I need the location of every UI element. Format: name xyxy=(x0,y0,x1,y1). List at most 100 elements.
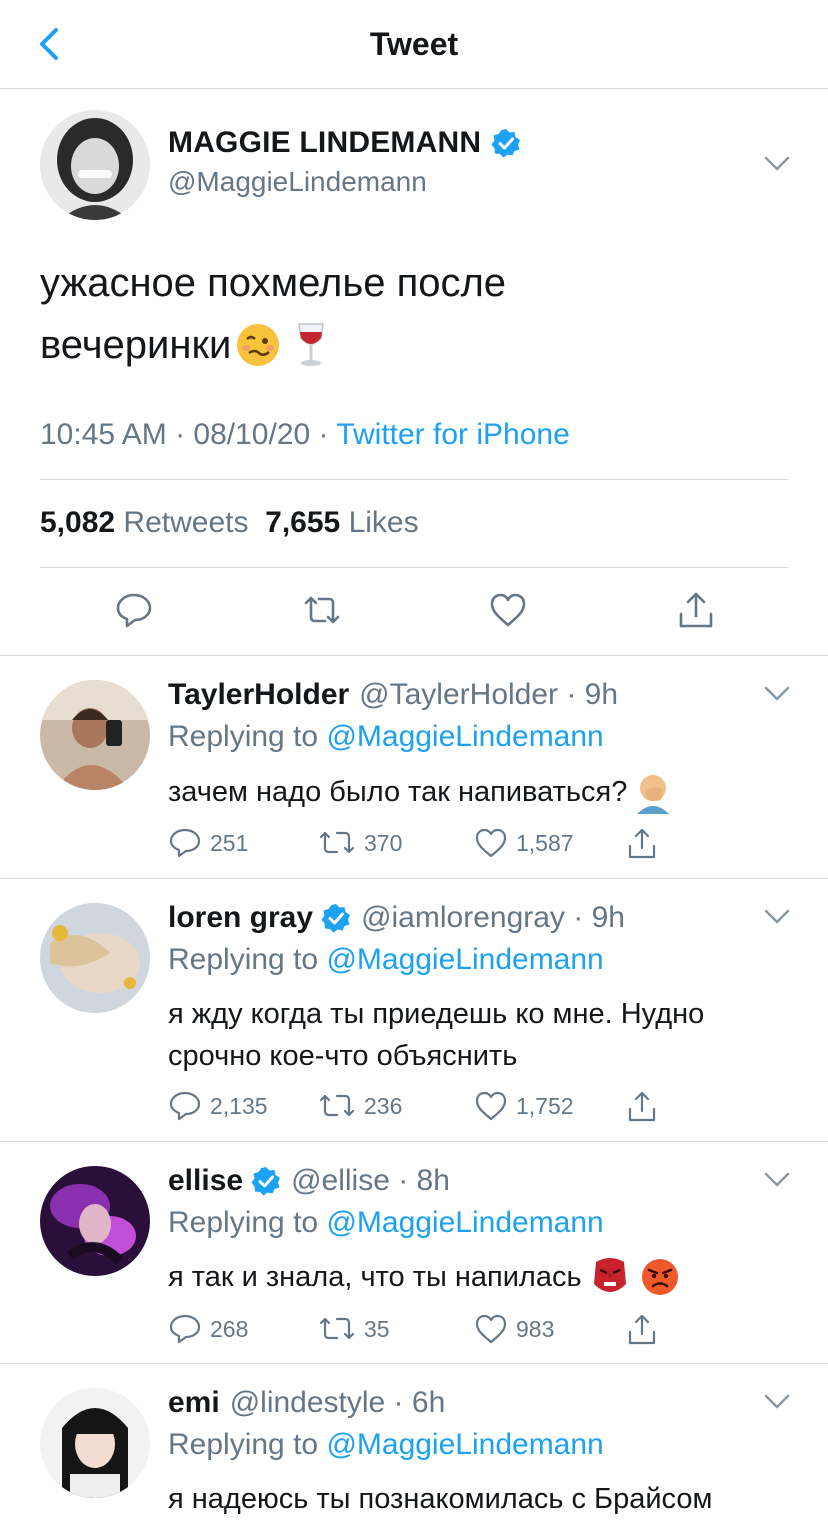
reply-author-name[interactable]: emi xyxy=(168,1386,220,1420)
reply-text-content: зачем надо было так напиваться? xyxy=(168,776,628,808)
avatar[interactable] xyxy=(40,1388,150,1498)
replying-to: Replying to @MaggieLindemann xyxy=(168,1428,604,1462)
divider xyxy=(40,479,788,480)
share-icon xyxy=(628,1314,656,1345)
share-icon xyxy=(628,828,656,859)
likes-stat[interactable]: 7,655 Likes xyxy=(265,506,418,539)
reply-icon[interactable] xyxy=(114,590,154,630)
like-heart-icon xyxy=(475,1314,507,1344)
mention-link[interactable]: @MaggieLindemann xyxy=(326,1428,603,1461)
retweet-count: 35 xyxy=(364,1315,390,1342)
verified-badge-icon xyxy=(251,1167,281,1196)
reply-count: 2,135 xyxy=(210,1092,268,1119)
tweet-timestamp: 10:45 AM · 08/10/20 · xyxy=(40,418,337,451)
retweets-count: 5,082 xyxy=(40,506,116,539)
retweets-label: Retweets xyxy=(123,506,249,539)
top-bar: Tweet xyxy=(0,0,828,89)
reply-icon xyxy=(169,1314,201,1344)
reply-tweet[interactable]: TaylerHolder @TaylerHolder · 9h Replying… xyxy=(0,656,828,878)
reply-text-content: я так и знала, что ты напилась xyxy=(168,1261,582,1293)
chevron-down-icon[interactable] xyxy=(764,1394,790,1410)
facepalm-icon xyxy=(637,775,670,814)
replying-to: Replying to @MaggieLindemann xyxy=(168,943,604,977)
retweet-count: 370 xyxy=(364,829,403,856)
replying-to-label: Replying to xyxy=(168,943,327,976)
woozy-face-icon xyxy=(237,324,280,366)
like-action[interactable]: 1,587 xyxy=(474,828,574,858)
avatar[interactable] xyxy=(40,680,150,790)
reply-header: TaylerHolder @TaylerHolder · 9h xyxy=(168,678,618,712)
mention-link[interactable]: @MaggieLindemann xyxy=(326,720,603,753)
wine-glass-icon xyxy=(298,323,325,366)
reply-header: loren gray @iamlorengray · 9h xyxy=(168,901,625,935)
chevron-down-icon[interactable] xyxy=(764,1172,790,1188)
reply-text: зачем надо было так напиваться? xyxy=(168,770,788,814)
avatar[interactable] xyxy=(40,903,150,1013)
reply-author-handle[interactable]: @iamlorengray · 9h xyxy=(361,901,625,935)
replying-to: Replying to @MaggieLindemann xyxy=(168,1206,604,1240)
reply-icon xyxy=(169,828,201,858)
tweet-text-line: ужасное похмелье после xyxy=(40,261,507,305)
goblin-mask-icon xyxy=(593,1258,626,1292)
reply-tweet[interactable]: emi @lindestyle · 6h Replying to @Maggie… xyxy=(0,1364,828,1538)
replying-to-label: Replying to xyxy=(168,720,327,753)
angry-face-icon xyxy=(641,1259,678,1295)
reply-count-action[interactable]: 251 xyxy=(168,828,248,858)
retweets-stat[interactable]: 5,082 Retweets xyxy=(40,506,248,539)
replying-to-label: Replying to xyxy=(168,1206,327,1239)
reply-author-handle[interactable]: @TaylerHolder · 9h xyxy=(359,678,618,712)
tweet-text: ужасное похмелье после вечеринки xyxy=(40,252,780,376)
verified-badge-icon xyxy=(321,904,351,933)
reply-header: ellise @ellise · 8h xyxy=(168,1164,450,1198)
reply-text: я жду когда ты приедешь ко мне. Нудно ср… xyxy=(168,998,705,1072)
verified-badge-icon xyxy=(491,129,521,158)
share-icon xyxy=(628,1091,656,1122)
retweet-icon xyxy=(319,831,355,854)
retweet-icon xyxy=(319,1094,355,1117)
divider xyxy=(40,567,788,568)
replying-to-label: Replying to xyxy=(168,1428,327,1461)
share-action[interactable] xyxy=(626,1091,666,1123)
likes-count: 7,655 xyxy=(265,506,341,539)
chevron-down-icon[interactable] xyxy=(764,156,790,172)
like-heart-icon[interactable] xyxy=(488,590,528,630)
author-handle[interactable]: @MaggieLindemann xyxy=(168,166,427,198)
like-action[interactable]: 983 xyxy=(474,1314,554,1344)
reply-author-name[interactable]: loren gray xyxy=(168,901,313,935)
retweet-icon[interactable] xyxy=(302,590,342,630)
chevron-down-icon[interactable] xyxy=(764,686,790,702)
reply-author-handle[interactable]: @lindestyle · 6h xyxy=(230,1386,446,1420)
avatar[interactable] xyxy=(40,1166,150,1276)
retweet-action[interactable]: 236 xyxy=(318,1091,402,1121)
author-name[interactable]: MAGGIE LINDEMANN xyxy=(168,126,481,160)
reply-count-action[interactable]: 268 xyxy=(168,1314,248,1344)
share-action[interactable] xyxy=(626,1314,666,1346)
page-title: Tweet xyxy=(369,26,459,62)
reply-author-name[interactable]: ellise xyxy=(168,1164,243,1198)
reply-count: 251 xyxy=(210,829,249,856)
like-count: 1,587 xyxy=(516,829,574,856)
reply-count-action[interactable]: 2,135 xyxy=(168,1091,268,1121)
retweet-action[interactable]: 35 xyxy=(318,1314,390,1344)
retweet-count: 236 xyxy=(364,1092,403,1119)
reply-text: я так и знала, что ты напилась xyxy=(168,1256,788,1298)
mention-link[interactable]: @MaggieLindemann xyxy=(326,943,603,976)
tweet-action-bar xyxy=(0,590,828,630)
reply-author-handle[interactable]: @ellise · 8h xyxy=(291,1164,450,1198)
tweet-text-line: вечеринки xyxy=(40,323,232,367)
avatar[interactable] xyxy=(40,110,150,220)
tweet-source-link[interactable]: Twitter for iPhone xyxy=(336,418,569,451)
reply-header: emi @lindestyle · 6h xyxy=(168,1386,445,1420)
chevron-down-icon[interactable] xyxy=(764,909,790,925)
reply-tweet[interactable]: ellise @ellise · 8h Replying to @MaggieL… xyxy=(0,1142,828,1363)
reply-author-name[interactable]: TaylerHolder xyxy=(168,678,349,712)
reply-tweet[interactable]: loren gray @iamlorengray · 9h Replying t… xyxy=(0,879,828,1141)
share-action[interactable] xyxy=(626,828,666,860)
like-action[interactable]: 1,752 xyxy=(474,1091,574,1121)
retweet-action[interactable]: 370 xyxy=(318,828,402,858)
share-icon[interactable] xyxy=(676,590,716,630)
reply-count: 268 xyxy=(210,1315,249,1342)
tweet-stats: 5,082 Retweets 7,655 Likes xyxy=(40,506,419,540)
mention-link[interactable]: @MaggieLindemann xyxy=(326,1206,603,1239)
like-count: 983 xyxy=(516,1315,555,1342)
